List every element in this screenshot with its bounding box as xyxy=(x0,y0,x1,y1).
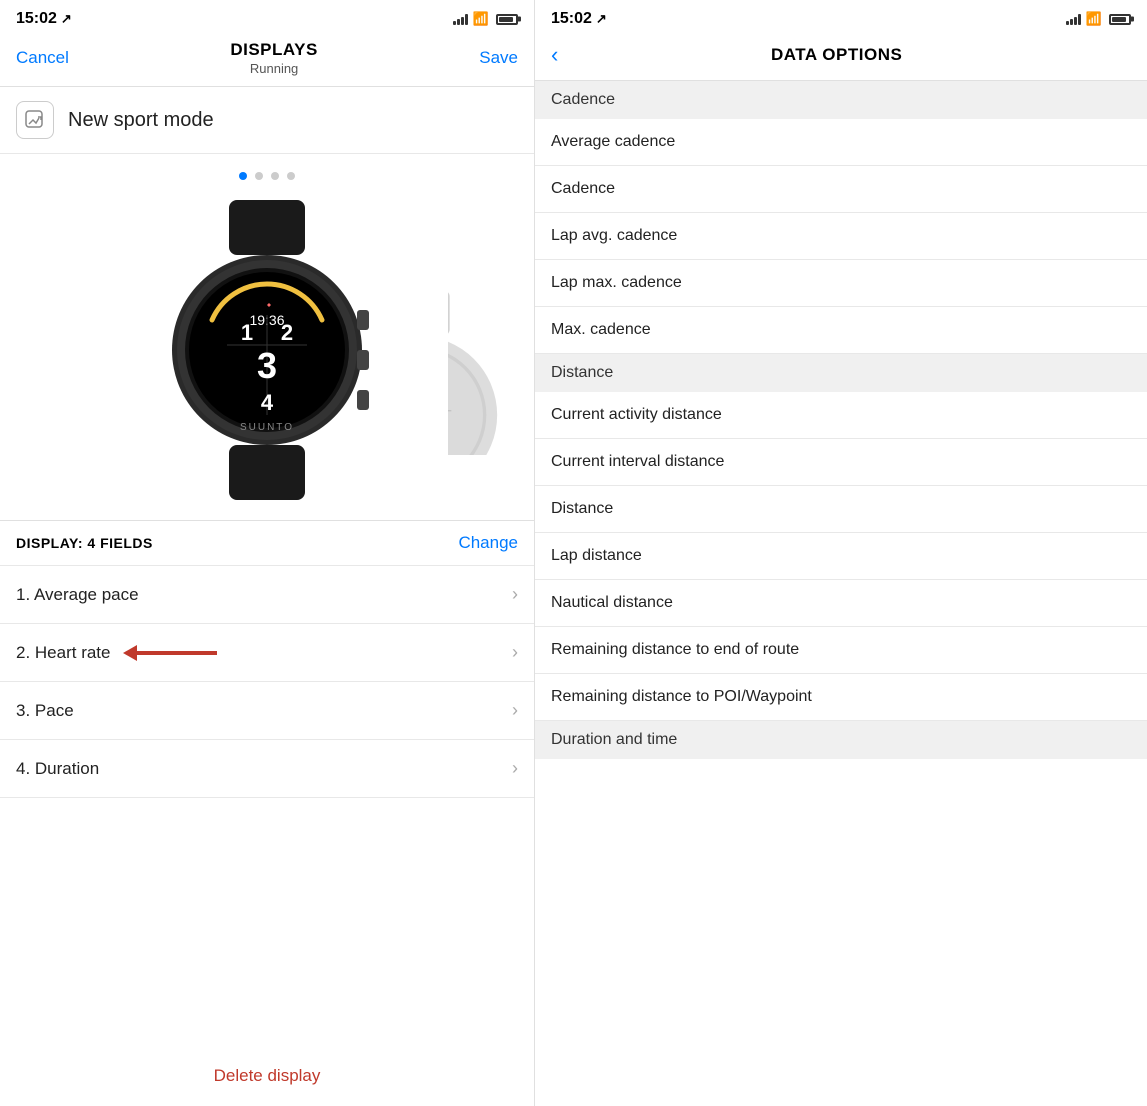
delete-display-button[interactable]: Delete display xyxy=(214,1066,321,1085)
running-subtitle: Running xyxy=(69,61,479,76)
sport-mode-icon xyxy=(16,101,54,139)
left-status-bar: 15:02 ↗ 📶 xyxy=(0,0,534,34)
signal-icon xyxy=(453,13,468,25)
heart-rate-arrow xyxy=(123,645,217,661)
page-dots xyxy=(0,154,534,190)
option-distance[interactable]: Distance xyxy=(535,486,1147,533)
change-button[interactable]: Change xyxy=(458,533,518,553)
option-lap-distance[interactable]: Lap distance xyxy=(535,533,1147,580)
data-options-list: Cadence Average cadence Cadence Lap avg.… xyxy=(535,81,1147,1106)
save-button[interactable]: Save xyxy=(479,48,518,68)
right-status-icons: 📶 xyxy=(1066,11,1131,27)
option-cadence[interactable]: Cadence xyxy=(535,166,1147,213)
left-time: 15:02 ↗ xyxy=(16,10,72,28)
displays-title: DISPLAYS xyxy=(69,40,479,60)
svg-text:1: 1 xyxy=(241,320,253,345)
display-fields-label: DISPLAY: 4 FIELDS xyxy=(16,535,153,551)
dot-4 xyxy=(287,172,295,180)
option-current-interval-distance[interactable]: Current interval distance xyxy=(535,439,1147,486)
field-row-3[interactable]: 3. Pace › xyxy=(0,681,534,739)
field-2-text: 2. Heart rate xyxy=(16,643,111,663)
field-rows-section: 1. Average pace › 2. Heart rate › 3. Pac… xyxy=(0,565,534,1046)
left-content: New sport mode xyxy=(0,87,534,1106)
section-header-distance: Distance xyxy=(535,354,1147,392)
option-nautical-distance[interactable]: Nautical distance xyxy=(535,580,1147,627)
sport-mode-label: New sport mode xyxy=(68,109,214,132)
option-remaining-poi-waypoint[interactable]: Remaining distance to POI/Waypoint xyxy=(535,674,1147,721)
watch-display-area: 19:36 1 2 3 4 SUUNTO xyxy=(0,190,534,520)
left-header: Cancel DISPLAYS Running Save xyxy=(0,34,534,87)
wifi-icon: 📶 xyxy=(473,11,489,27)
display-info-row: DISPLAY: 4 FIELDS Change xyxy=(0,520,534,565)
svg-text:3: 3 xyxy=(257,345,277,386)
section-header-cadence: Cadence xyxy=(535,81,1147,119)
option-lap-max-cadence[interactable]: Lap max. cadence xyxy=(535,260,1147,307)
right-header: ‹ DATA OPTIONS xyxy=(535,34,1147,81)
chevron-icon-1: › xyxy=(512,584,518,605)
option-lap-avg-cadence[interactable]: Lap avg. cadence xyxy=(535,213,1147,260)
section-header-duration-time: Duration and time xyxy=(535,721,1147,759)
delete-row: Delete display xyxy=(0,1046,534,1106)
svg-text:2: 2 xyxy=(281,320,293,345)
right-time: 15:02 ↗ xyxy=(551,10,607,28)
right-battery-icon xyxy=(1109,14,1131,25)
field-row-4[interactable]: 4. Duration › xyxy=(0,739,534,798)
option-current-activity-distance[interactable]: Current activity distance xyxy=(535,392,1147,439)
cancel-button[interactable]: Cancel xyxy=(16,48,69,68)
svg-text:SUUNTO: SUUNTO xyxy=(240,422,294,433)
back-button[interactable]: ‹ xyxy=(551,42,558,68)
header-title-group: DISPLAYS Running xyxy=(69,40,479,76)
option-remaining-end-of-route[interactable]: Remaining distance to end of route xyxy=(535,627,1147,674)
arrow-head-icon xyxy=(123,645,137,661)
left-status-icons: 📶 xyxy=(453,11,518,27)
field-row-2[interactable]: 2. Heart rate › xyxy=(0,623,534,681)
data-options-title: DATA OPTIONS xyxy=(566,45,1107,65)
option-average-cadence[interactable]: Average cadence xyxy=(535,119,1147,166)
chevron-icon-4: › xyxy=(512,758,518,779)
watch-image: 19:36 1 2 3 4 SUUNTO xyxy=(147,200,387,500)
dot-3 xyxy=(271,172,279,180)
option-max-cadence[interactable]: Max. cadence xyxy=(535,307,1147,354)
field-4-text: 4. Duration xyxy=(16,759,99,779)
battery-icon xyxy=(496,14,518,25)
right-panel: 15:02 ↗ 📶 ‹ DATA OPTIONS Cadence Average xyxy=(535,0,1147,1106)
dot-2 xyxy=(255,172,263,180)
sport-mode-row[interactable]: New sport mode xyxy=(0,87,534,154)
dot-1 xyxy=(239,172,247,180)
right-wifi-icon: 📶 xyxy=(1086,11,1102,27)
right-signal-icon xyxy=(1066,13,1081,25)
field-3-text: 3. Pace xyxy=(16,701,74,721)
right-status-bar: 15:02 ↗ 📶 xyxy=(535,0,1147,34)
field-row-1[interactable]: 1. Average pace › xyxy=(0,565,534,623)
svg-text:4: 4 xyxy=(261,390,274,415)
left-panel: 15:02 ↗ 📶 Cancel DISPLAYS Running Save xyxy=(0,0,535,1106)
chevron-icon-2: › xyxy=(512,642,518,663)
chevron-icon-3: › xyxy=(512,700,518,721)
field-1-text: 1. Average pace xyxy=(16,585,139,605)
arrow-shaft xyxy=(137,651,217,655)
